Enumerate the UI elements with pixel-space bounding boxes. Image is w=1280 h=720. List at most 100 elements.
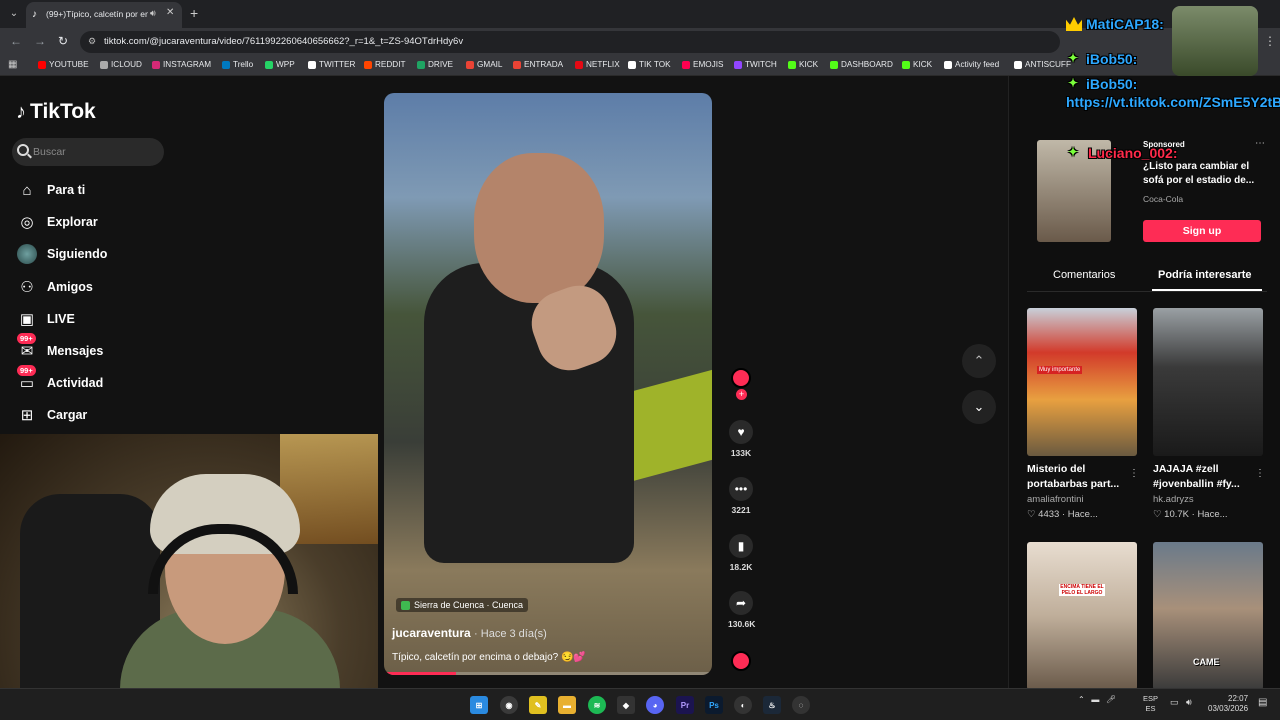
site-info-icon[interactable]: ⚙ (88, 36, 96, 47)
music-disc-icon[interactable] (731, 651, 751, 671)
bookmark-gmail[interactable]: GMAIL (466, 60, 502, 69)
chrome-icon[interactable]: ◉ (500, 696, 518, 714)
nav-item-mensajes[interactable]: ✉ 99+ Mensajes (16, 333, 103, 363)
bookmark-label: ENTRADA (524, 60, 564, 69)
bookmark-activity-feed[interactable]: Activity feed (944, 60, 999, 69)
bookmark-twitter[interactable]: TWITTER (308, 60, 355, 69)
app-icon[interactable]: ◌ (792, 696, 810, 714)
bookmark-label: KICK (799, 60, 819, 69)
bookmark-tik-tok[interactable]: TIK TOK (628, 60, 671, 69)
premiere-icon[interactable]: Pr (676, 696, 694, 714)
recommended-time: · Hace... (1191, 509, 1228, 520)
forward-icon[interactable]: → (34, 34, 46, 48)
close-tab-icon[interactable]: ✕ (166, 7, 174, 18)
video-progress-bar[interactable] (384, 672, 712, 675)
search-input[interactable]: Buscar (12, 138, 164, 166)
ad-signup-button[interactable]: Sign up (1143, 220, 1261, 242)
chat-username: MatiCAP18: (1086, 16, 1164, 32)
bookmark-favicon-icon (152, 60, 160, 69)
comment-button[interactable]: ••• 3221 (728, 477, 754, 515)
bookmark-entrada[interactable]: ENTRADA (513, 60, 563, 69)
photoshop-icon[interactable]: Ps (705, 696, 723, 714)
bookmark-favicon-icon (513, 60, 521, 69)
discord-icon[interactable]: ◕ (646, 696, 664, 714)
tab-search-icon[interactable]: ⌄ (6, 6, 22, 22)
bookmark-wpp[interactable]: WPP (265, 60, 295, 69)
follow-plus-icon[interactable]: + (736, 389, 747, 400)
start-button-icon[interactable]: ⊞ (470, 696, 488, 714)
bookmark-kick[interactable]: KICK (902, 60, 932, 69)
system-tray-icons[interactable]: ⌃ ▬ 🎤︎ (1078, 695, 1116, 704)
previous-video-button[interactable]: ⌃ (962, 344, 996, 378)
recommended-video-card[interactable]: Muy importante Misterio del portabarbas … (1027, 308, 1137, 520)
tab-comentarios[interactable]: Comentarios (1053, 269, 1115, 281)
nav-item-cargar[interactable]: ⊞ Cargar (16, 403, 88, 427)
bookmark-favicon-icon (1014, 60, 1022, 69)
nav-item-siguiendo[interactable]: Siguiendo (16, 242, 107, 266)
file-explorer-icon[interactable]: ▬ (558, 696, 576, 714)
audio-playing-icon[interactable]: 🔊︎ (150, 8, 156, 19)
creator-avatar[interactable] (731, 368, 751, 388)
bookmark-drive[interactable]: DRIVE (417, 60, 453, 69)
tab-podria-interesarte[interactable]: Podría interesarte (1158, 269, 1252, 281)
video-author[interactable]: jucaraventura · Hace 3 día(s) (392, 626, 547, 640)
recommended-video-card[interactable]: ENCIMA TIENE EL PELO EL LARGO (1027, 542, 1137, 690)
nav-label: LIVE (47, 312, 75, 326)
bookmark-reddit[interactable]: REDDIT (364, 60, 405, 69)
streamer-webcam (0, 434, 378, 720)
location-tag[interactable]: Sierra de Cuenca · Cuenca (396, 598, 529, 612)
bookmark-label: DASHBOARD (841, 60, 893, 69)
recommended-video-card[interactable]: CAME (1153, 542, 1263, 690)
bookmark-label: TIK TOK (639, 60, 671, 69)
steam-icon[interactable]: ♨ (763, 696, 781, 714)
bookmark-emojis[interactable]: EMOJIS (682, 60, 723, 69)
bookmark-twitch[interactable]: TWITCH (734, 60, 777, 69)
video-player[interactable]: Sierra de Cuenca · Cuenca jucaraventura … (384, 93, 712, 675)
reload-icon[interactable]: ↻ (58, 34, 68, 48)
next-video-button[interactable]: ⌄ (962, 390, 996, 424)
apps-grid-icon[interactable]: ▦ (8, 59, 17, 70)
tiktok-logo[interactable]: ♪ TikTok (16, 100, 96, 124)
recommended-title: JAJAJA #zell #jovenballin #fy... (1153, 463, 1240, 490)
bookmark-netflix[interactable]: NETFLIX (575, 60, 620, 69)
bookmark-favicon-icon (902, 60, 910, 69)
bookmark-instagram[interactable]: INSTAGRAM (152, 60, 211, 69)
nav-item-amigos[interactable]: ⚇ Amigos (16, 275, 93, 299)
card-more-icon[interactable]: ⋮ (1255, 468, 1265, 479)
system-clock[interactable]: 22:07 03/03/2026 (1208, 694, 1248, 714)
network-volume-icons[interactable]: ▭ 🔊︎ (1170, 697, 1192, 708)
new-tab-icon[interactable]: + (190, 5, 198, 21)
share-button[interactable]: ➦ 130.6K (728, 591, 755, 629)
nav-item-explorar[interactable]: ◎ Explorar (16, 210, 97, 234)
search-placeholder: Buscar (33, 146, 66, 158)
ad-headline: ¿Listo para cambiar el sofá por el estad… (1143, 161, 1255, 186)
tiktok-note-icon: ♪ (16, 100, 26, 123)
save-button[interactable]: ▮ 18.2K (728, 534, 754, 572)
bookmark-icloud[interactable]: ICLOUD (100, 60, 142, 69)
bookmark-favicon-icon (734, 60, 742, 69)
chat-emote-image (1172, 6, 1258, 76)
bookmark-dashboard[interactable]: DASHBOARD (830, 60, 893, 69)
ad-more-icon[interactable]: ⋯ (1255, 138, 1265, 149)
back-icon[interactable]: ← (10, 34, 22, 48)
spotify-icon[interactable]: ≋ (588, 696, 606, 714)
recommended-time: · Hace... (1061, 509, 1098, 520)
chat-message-link[interactable]: https://vt.tiktok.com/ZSmE5Y2tB/ (1066, 94, 1280, 111)
app-icon[interactable]: ◆ (617, 696, 635, 714)
nav-label: Actividad (47, 376, 104, 390)
nav-item-live[interactable]: ▣ LIVE (16, 307, 75, 331)
notes-icon[interactable]: ✎ (529, 696, 547, 714)
url-input[interactable]: ⚙ tiktok.com/@jucaraventura/video/761199… (80, 31, 1060, 53)
language-indicator[interactable]: ESP ES (1143, 694, 1158, 714)
nav-item-para-ti[interactable]: ⌂ Para ti (16, 178, 85, 202)
like-button[interactable]: ♥ 133K (728, 420, 754, 458)
bookmark-kick[interactable]: KICK (788, 60, 818, 69)
card-more-icon[interactable]: ⋮ (1129, 468, 1139, 479)
recommended-video-card[interactable]: JAJAJA #zell #jovenballin #fy... hk.adry… (1153, 308, 1263, 520)
bookmark-trello[interactable]: Trello (222, 60, 253, 69)
nav-item-actividad[interactable]: ▭ 99+ Actividad (16, 365, 104, 395)
notifications-icon[interactable]: ▤ (1258, 697, 1267, 708)
obs-icon[interactable]: ◐ (734, 696, 752, 714)
browser-tab-active[interactable]: ♪ (99+)Típico, calcetín por encima 🔊︎ ✕ (26, 2, 182, 28)
bookmark-youtube[interactable]: YOUTUBE (38, 60, 89, 69)
